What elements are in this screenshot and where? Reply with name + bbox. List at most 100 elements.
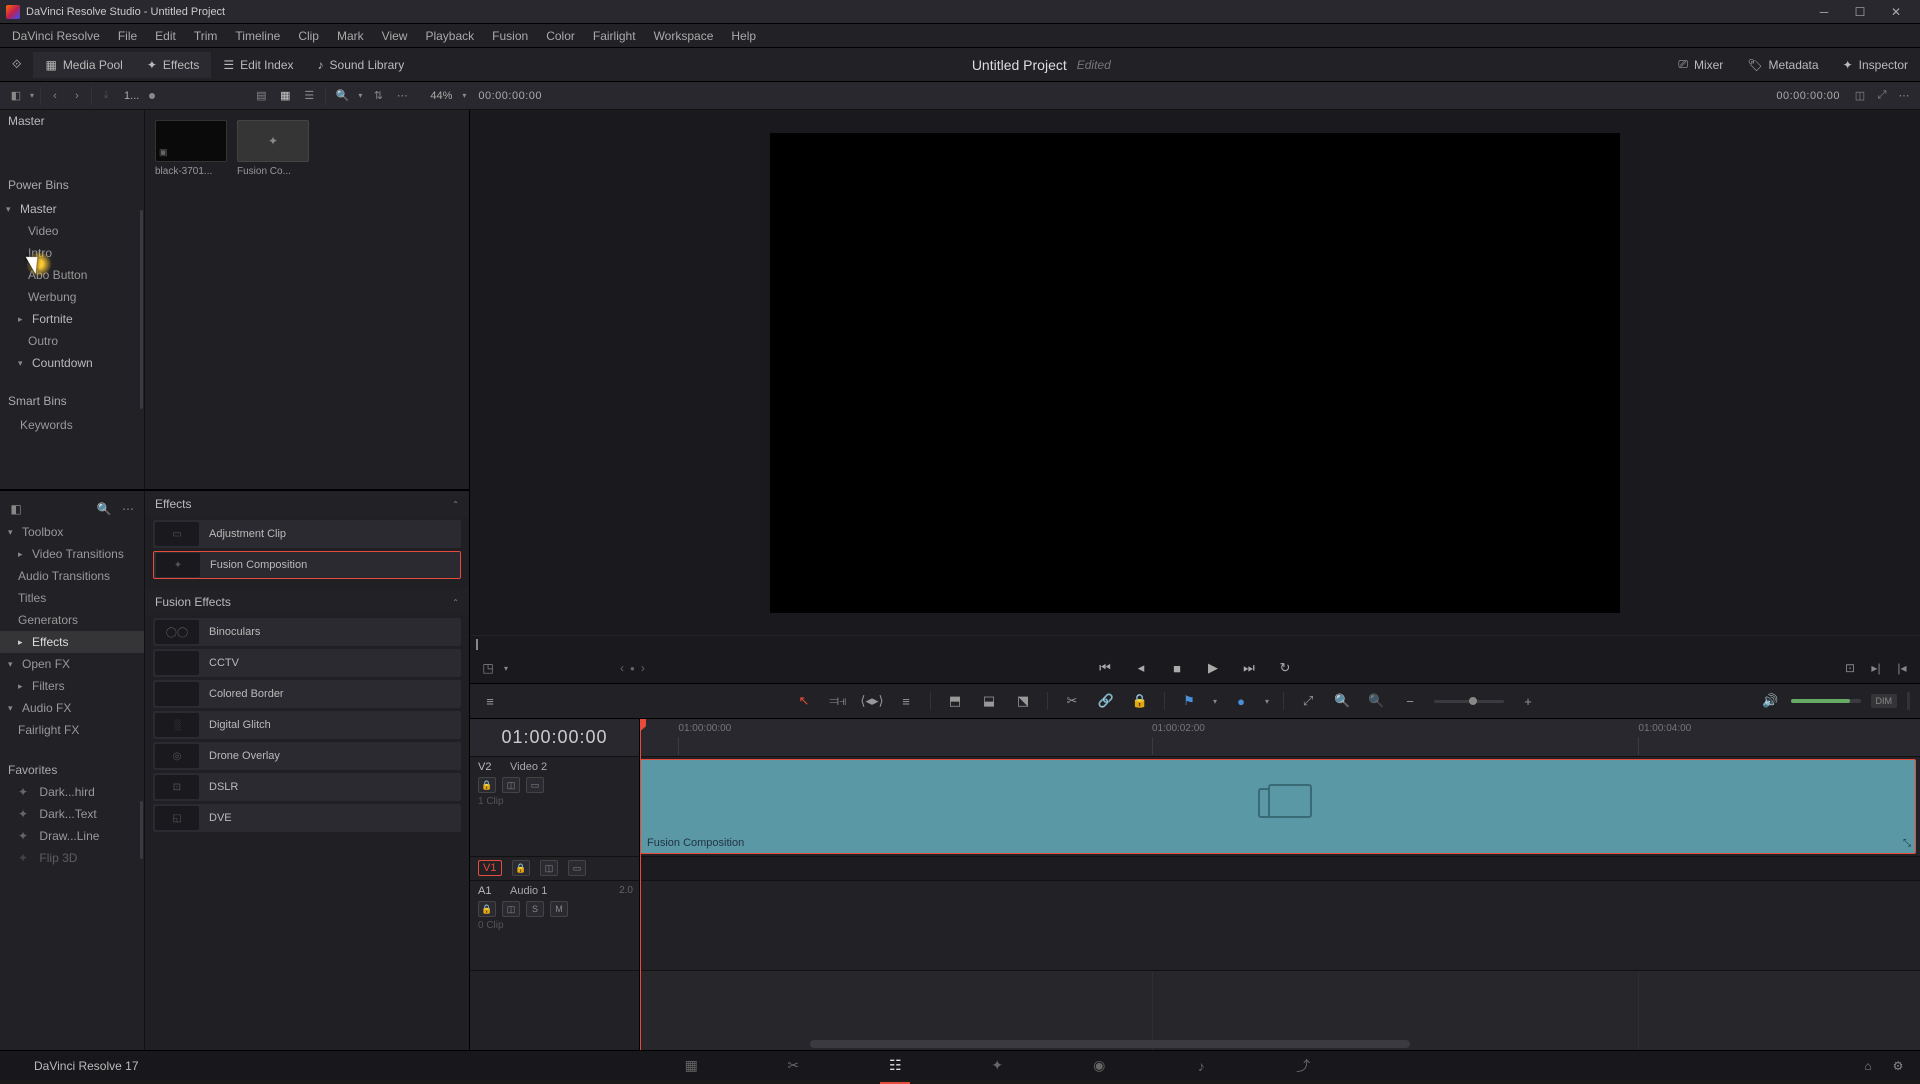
inspector-button[interactable]: ✦ Inspector xyxy=(1831,52,1920,78)
clip-fusion-composition[interactable]: Fusion Composition ⤡ xyxy=(640,759,1916,854)
timeline-timecode[interactable]: 01:00:00:00 xyxy=(470,719,639,757)
auto-select-icon[interactable]: ◫ xyxy=(540,860,558,876)
menu-file[interactable]: File xyxy=(110,26,145,46)
blade-tool-icon[interactable]: ≡ xyxy=(896,691,916,711)
lock-icon[interactable]: 🔒 xyxy=(512,860,530,876)
track-lane-v1[interactable] xyxy=(640,857,1920,881)
menu-trim[interactable]: Trim xyxy=(186,26,226,46)
media-pool-button[interactable]: ▦ Media Pool xyxy=(33,52,134,78)
search-icon[interactable]: 🔍 xyxy=(96,501,112,517)
sound-library-button[interactable]: ♪ Sound Library xyxy=(306,52,417,78)
mixer-button[interactable]: ⎚ Mixer xyxy=(1666,51,1735,78)
menu-view[interactable]: View xyxy=(374,26,416,46)
menu-clip[interactable]: Clip xyxy=(290,26,327,46)
razor-icon[interactable]: ✂ xyxy=(1062,691,1082,711)
tree-effects[interactable]: ▸Effects xyxy=(0,631,144,653)
track-id[interactable]: V1 xyxy=(478,860,502,876)
chevron-down-icon[interactable]: ▾ xyxy=(358,91,362,100)
tree-openfx[interactable]: ▾Open FX xyxy=(0,653,144,675)
bin-video[interactable]: Video xyxy=(0,220,144,242)
menu-fusion[interactable]: Fusion xyxy=(484,26,536,46)
smart-bin-keywords[interactable]: Keywords xyxy=(0,414,144,436)
timeline-ruler[interactable]: 01:00:00:00 01:00:02:00 01:00:04:00 xyxy=(640,719,1920,757)
effects-button[interactable]: ✦ Effects xyxy=(135,52,212,78)
loop-button[interactable]: ↻ xyxy=(1275,660,1295,676)
tree-audiofx[interactable]: ▾Audio FX xyxy=(0,697,144,719)
flag-icon[interactable]: ⚑ xyxy=(1179,691,1199,711)
tree-toolbox[interactable]: ▾Toolbox xyxy=(0,521,144,543)
sidebar-toggle-icon[interactable]: ◧ xyxy=(8,88,24,104)
clip-black[interactable]: ▣ black-3701... xyxy=(155,120,227,177)
track-header-a1[interactable]: A1 Audio 1 2.0 🔒 ◫ S M 0 Clip xyxy=(470,881,639,971)
cut-page-icon[interactable]: ✂ xyxy=(782,1055,804,1077)
go-end-button[interactable]: ⏭ xyxy=(1239,660,1259,676)
fav-item[interactable]: ✦ Draw...Line xyxy=(0,825,144,847)
deliver-page-icon[interactable]: ⤴ xyxy=(1292,1055,1314,1077)
zoom-detail-icon[interactable]: 🔍 xyxy=(1332,691,1352,711)
menu-color[interactable]: Color xyxy=(538,26,583,46)
selection-tool-icon[interactable]: ↖ xyxy=(794,691,814,711)
tree-titles[interactable]: Titles xyxy=(0,587,144,609)
replace-icon[interactable]: ⬔ xyxy=(1013,691,1033,711)
solo-icon[interactable]: S xyxy=(526,901,544,917)
lock-icon[interactable]: 🔒 xyxy=(478,901,496,917)
disable-icon[interactable]: ▭ xyxy=(526,777,544,793)
timeline-view-icon[interactable]: ≡ xyxy=(480,691,500,711)
bin-countdown[interactable]: ▾ Countdown xyxy=(0,352,144,374)
bin-path[interactable]: 1... xyxy=(120,90,143,102)
zoom-full-icon[interactable]: ⤢ xyxy=(1298,691,1318,711)
auto-select-icon[interactable]: ◫ xyxy=(502,901,520,917)
viewer-scrubber[interactable] xyxy=(470,635,1920,653)
playhead[interactable] xyxy=(640,719,641,1050)
insert-icon[interactable]: ⬒ xyxy=(945,691,965,711)
dynamic-trim-icon[interactable]: ⟨◂▸⟩ xyxy=(862,691,882,711)
dim-button[interactable]: DIM xyxy=(1871,694,1898,708)
effect-drone-overlay[interactable]: ◎Drone Overlay xyxy=(153,742,461,770)
home-icon[interactable]: ⌂ xyxy=(1860,1058,1876,1074)
grid-view-icon[interactable]: ▦ xyxy=(277,88,293,104)
menu-help[interactable]: Help xyxy=(723,26,764,46)
stop-button[interactable]: ■ xyxy=(1167,661,1187,676)
bin-outro[interactable]: Outro xyxy=(0,330,144,352)
effect-adjustment-clip[interactable]: ▭ Adjustment Clip xyxy=(153,520,461,548)
metadata-button[interactable]: 🏷 Metadata xyxy=(1735,52,1830,78)
effect-dve[interactable]: ◱DVE xyxy=(153,804,461,832)
track-id[interactable]: A1 xyxy=(478,885,502,897)
zoom-in-icon[interactable]: + xyxy=(1518,691,1538,711)
chevron-down-icon[interactable]: ▾ xyxy=(6,204,16,215)
lock-icon[interactable]: 🔒 xyxy=(1130,691,1150,711)
viewer[interactable] xyxy=(470,110,1920,635)
track-lane-v2[interactable]: Fusion Composition ⤡ xyxy=(640,757,1920,857)
fav-item[interactable]: ✦ Dark...hird xyxy=(0,781,144,803)
bin-master-root[interactable]: Master xyxy=(0,110,144,132)
search-icon[interactable]: 🔍 xyxy=(334,88,350,104)
timeline-tracks[interactable]: 01:00:00:00 01:00:02:00 01:00:04:00 Fusi… xyxy=(640,719,1920,1050)
tree-fairlightfx[interactable]: Fairlight FX xyxy=(0,719,144,741)
media-page-icon[interactable]: ▦ xyxy=(680,1055,702,1077)
volume-slider[interactable] xyxy=(1791,699,1861,703)
track-header-v1[interactable]: V1 🔒 ◫ ▭ xyxy=(470,857,639,881)
bypass-icon[interactable]: ◳ xyxy=(480,660,496,676)
more-icon[interactable]: ⋯ xyxy=(1896,88,1912,104)
overwrite-icon[interactable]: ⬓ xyxy=(979,691,999,711)
auto-select-icon[interactable]: ◫ xyxy=(502,777,520,793)
effect-dslr[interactable]: ⊡DSLR xyxy=(153,773,461,801)
maximize-button[interactable]: ☐ xyxy=(1842,2,1878,22)
expand-icon[interactable]: ⤢ xyxy=(1874,88,1890,104)
power-bin-master[interactable]: ▾ Master xyxy=(0,198,144,220)
go-start-button[interactable]: ⏮ xyxy=(1095,660,1115,676)
trim-tool-icon[interactable]: ⫤⫣ xyxy=(828,691,848,711)
rocket-button[interactable]: ⟐ xyxy=(0,51,33,78)
bin-fortnite[interactable]: ▸ Fortnite xyxy=(0,308,144,330)
fav-item[interactable]: ✦ Dark...Text xyxy=(0,803,144,825)
chevron-down-icon[interactable]: ▾ xyxy=(30,91,34,100)
clip-handle-icon[interactable]: ⤡ xyxy=(1903,838,1911,849)
bin-intro[interactable]: Intro xyxy=(0,242,144,264)
panel-toggle-icon[interactable]: ◧ xyxy=(8,501,24,517)
zoom-out-icon[interactable]: − xyxy=(1400,691,1420,711)
clips-panel[interactable]: ▣ black-3701... ✦ Fusion Co... xyxy=(145,110,469,489)
chevron-down-icon[interactable]: ▾ xyxy=(504,664,508,673)
menu-davinci[interactable]: DaVinci Resolve xyxy=(4,26,108,46)
link-icon[interactable]: 🔗 xyxy=(1096,691,1116,711)
effect-digital-glitch[interactable]: ░Digital Glitch xyxy=(153,711,461,739)
